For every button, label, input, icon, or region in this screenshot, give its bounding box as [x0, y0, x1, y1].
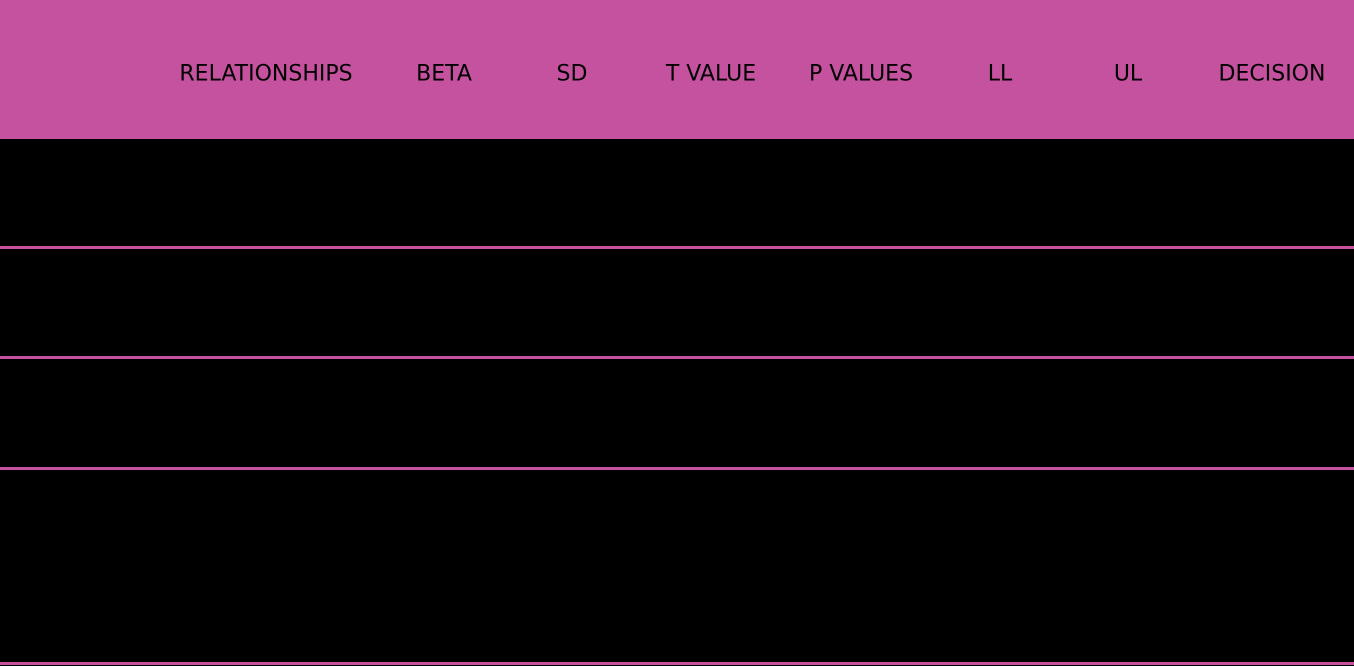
- table-row: [0, 359, 1354, 467]
- row-divider: [0, 662, 1354, 665]
- table-row: [0, 139, 1354, 247]
- table-header: RELATIONSHIPS BETA SD T VALUE P VALUES L…: [0, 0, 1354, 139]
- column-header-p-values: P VALUES: [808, 61, 914, 87]
- column-header-t-value: T VALUE: [665, 61, 757, 87]
- results-table: RELATIONSHIPS BETA SD T VALUE P VALUES L…: [0, 0, 1354, 666]
- column-header-beta: BETA: [416, 61, 472, 87]
- column-header-sd: SD: [556, 61, 588, 87]
- column-header-ul: UL: [1113, 61, 1143, 87]
- column-header-ll: LL: [987, 61, 1013, 87]
- column-header-decision: DECISION: [1218, 61, 1326, 87]
- table-row: [0, 470, 1354, 662]
- column-header-relationships: RELATIONSHIPS: [179, 61, 353, 87]
- table-row: [0, 249, 1354, 357]
